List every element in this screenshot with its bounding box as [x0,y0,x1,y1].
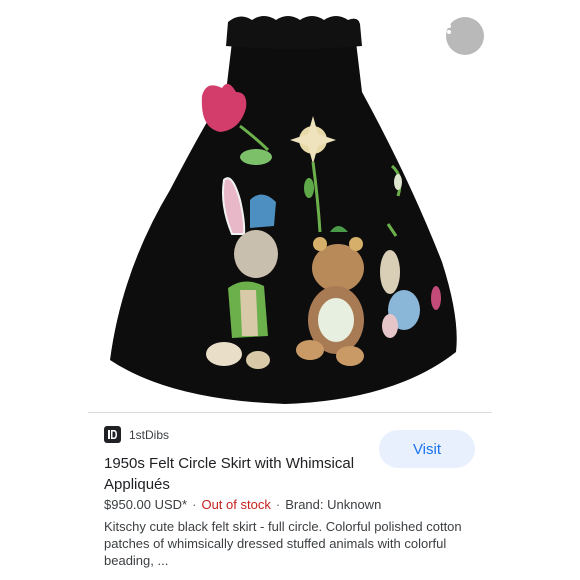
divider [88,412,492,413]
visit-button[interactable]: Visit [379,430,475,468]
brand-text: Brand: Unknown [285,497,382,512]
separator-dot: · [275,497,281,512]
source-site[interactable]: 1stDibs [104,426,169,443]
skirt-illustration [110,16,457,404]
separator-dot: · [192,497,197,512]
product-title[interactable]: 1950s Felt Circle Skirt with Whimsical A… [104,453,374,495]
product-description: Kitschy cute black felt skirt - full cir… [104,519,462,568]
source-name: 1stDibs [129,427,170,442]
more-options-button[interactable] [446,17,484,55]
price-text: $950.00 USD* [104,497,188,512]
stock-status: Out of stock [201,497,271,512]
skirt-body [110,39,457,404]
more-vert-icon [447,18,451,34]
product-image[interactable] [0,0,580,412]
product-meta: $950.00 USD* · Out of stock · Brand: Unknown [104,497,381,512]
skirt-waistband [226,16,362,49]
1stdibs-logo-icon [104,426,121,443]
